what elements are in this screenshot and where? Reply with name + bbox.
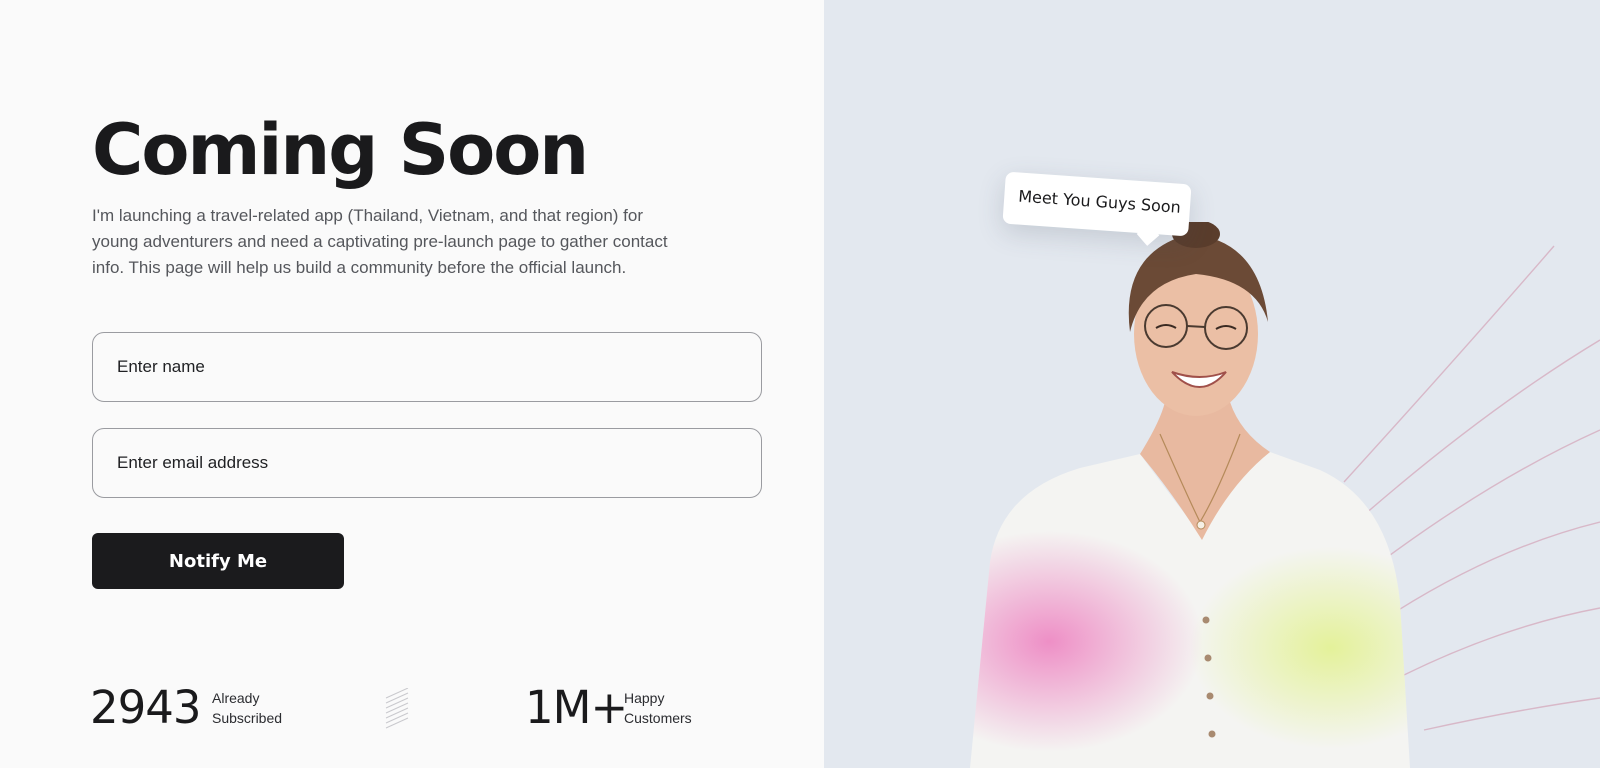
smiling-woman-photo [970, 222, 1410, 768]
speech-bubble-text: Meet You Guys Soon [1017, 186, 1182, 217]
notify-me-button[interactable]: Notify Me [92, 533, 344, 589]
customers-label: Happy Customers [624, 688, 734, 728]
subscribed-label-line2: Subscribed [212, 710, 283, 726]
subscribed-label-line1: Already [212, 690, 260, 706]
subscribed-count: 2943 [90, 681, 202, 734]
subscribed-label: Already Subscribed [212, 688, 322, 728]
signup-panel: Coming Soon I'm launching a travel-relat… [0, 0, 824, 768]
customers-label-line2: Customers [624, 710, 692, 726]
page-title: Coming Soon [92, 109, 589, 191]
hatch-divider-icon [385, 688, 409, 729]
page-description: I'm launching a travel-related app (Thai… [92, 206, 668, 277]
customers-count: 1M+ [525, 681, 628, 734]
hero-image-panel: Meet You Guys Soon [824, 0, 1600, 768]
customers-label-line1: Happy [624, 690, 665, 706]
name-input[interactable] [92, 332, 762, 402]
email-input[interactable] [92, 428, 762, 498]
